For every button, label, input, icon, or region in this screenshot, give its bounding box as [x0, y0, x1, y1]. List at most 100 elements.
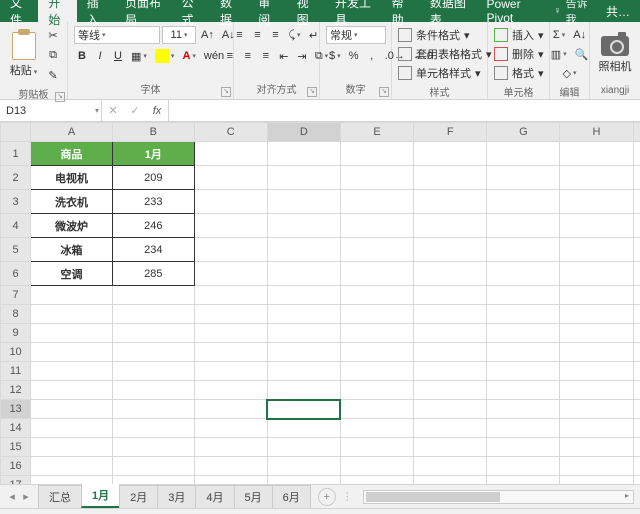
cell-F10[interactable] — [414, 343, 487, 362]
cell-F7[interactable] — [414, 286, 487, 305]
cell-G2[interactable] — [487, 166, 560, 190]
cell-F5[interactable] — [414, 238, 487, 262]
cell-C14[interactable] — [194, 419, 267, 438]
cell-A5[interactable]: 冰箱 — [31, 238, 113, 262]
sheet-tab-汇总[interactable]: 汇总 — [38, 485, 82, 508]
cell-B9[interactable] — [112, 324, 194, 343]
cell-F12[interactable] — [414, 381, 487, 400]
cancel-fx[interactable]: ✕ — [102, 104, 124, 117]
font-name-combo[interactable]: 等线 — [74, 26, 160, 44]
cell-F8[interactable] — [414, 305, 487, 324]
sheet-tab-3月[interactable]: 3月 — [157, 485, 196, 508]
cell-C5[interactable] — [194, 238, 267, 262]
cell-H7[interactable] — [560, 286, 633, 305]
cell-C10[interactable] — [194, 343, 267, 362]
cell-F3[interactable] — [414, 190, 487, 214]
launcher-icon[interactable]: ↘ — [307, 87, 317, 97]
cell-B7[interactable] — [112, 286, 194, 305]
cell-G15[interactable] — [487, 438, 560, 457]
cell-E16[interactable] — [340, 457, 413, 476]
cell-A2[interactable]: 电视机 — [31, 166, 113, 190]
cell-E3[interactable] — [340, 190, 413, 214]
cell-D16[interactable] — [267, 457, 340, 476]
cell-B13[interactable] — [112, 400, 194, 419]
cell-I1[interactable] — [633, 142, 640, 166]
col-I[interactable]: I — [633, 123, 640, 142]
tab-file[interactable]: 文件 — [0, 0, 38, 22]
cell-I5[interactable] — [633, 238, 640, 262]
cell-A12[interactable] — [31, 381, 113, 400]
cell-C9[interactable] — [194, 324, 267, 343]
clear-button[interactable]: ◇ — [560, 64, 580, 82]
cell-H8[interactable] — [560, 305, 633, 324]
cell-A8[interactable] — [31, 305, 113, 324]
cell-E6[interactable] — [340, 262, 413, 286]
row-9[interactable]: 9 — [1, 324, 31, 343]
cell-H13[interactable] — [560, 400, 633, 419]
cell-E2[interactable] — [340, 166, 413, 190]
cell-F16[interactable] — [414, 457, 487, 476]
cell-E9[interactable] — [340, 324, 413, 343]
cell-H5[interactable] — [560, 238, 633, 262]
tab-view[interactable]: 视图 — [287, 0, 325, 22]
increase-size[interactable]: A↑ — [198, 26, 217, 44]
launcher-icon[interactable]: ↘ — [379, 87, 389, 97]
cell-E14[interactable] — [340, 419, 413, 438]
cell-G12[interactable] — [487, 381, 560, 400]
cell-C17[interactable] — [194, 476, 267, 485]
tab-home[interactable]: 开始 — [38, 0, 76, 22]
cell-E4[interactable] — [340, 214, 413, 238]
align-center[interactable]: ≡ — [240, 47, 256, 65]
cell-B12[interactable] — [112, 381, 194, 400]
camera-button[interactable]: 照相机 — [596, 36, 634, 74]
fill-color[interactable] — [152, 47, 178, 65]
font-size-combo[interactable]: 11 — [162, 26, 196, 44]
cell-G10[interactable] — [487, 343, 560, 362]
cell-I11[interactable] — [633, 362, 640, 381]
cell-C4[interactable] — [194, 214, 267, 238]
autosum[interactable]: Σ — [550, 26, 568, 44]
cell-F4[interactable] — [414, 214, 487, 238]
tab-review[interactable]: 审阅 — [248, 0, 286, 22]
cell-F17[interactable] — [414, 476, 487, 485]
cell-G16[interactable] — [487, 457, 560, 476]
cell-B15[interactable] — [112, 438, 194, 457]
row-14[interactable]: 14 — [1, 419, 31, 438]
cell-F2[interactable] — [414, 166, 487, 190]
cell-D8[interactable] — [267, 305, 340, 324]
sheet-tab-1月[interactable]: 1月 — [81, 483, 120, 508]
comma-button[interactable]: , — [364, 47, 380, 65]
tab-nav-last[interactable]: ▸ — [20, 490, 32, 503]
cell-B16[interactable] — [112, 457, 194, 476]
fill-button[interactable]: ▥ — [548, 45, 570, 63]
cell-F13[interactable] — [414, 400, 487, 419]
tab-powerpivot[interactable]: Power Pivot — [477, 0, 546, 22]
cell-H11[interactable] — [560, 362, 633, 381]
cell-I16[interactable] — [633, 457, 640, 476]
cell-D14[interactable] — [267, 419, 340, 438]
align-middle[interactable]: ≡ — [249, 26, 265, 44]
cell-G3[interactable] — [487, 190, 560, 214]
row-12[interactable]: 12 — [1, 381, 31, 400]
row-13[interactable]: 13 — [1, 400, 31, 419]
row-11[interactable]: 11 — [1, 362, 31, 381]
cell-G1[interactable] — [487, 142, 560, 166]
row-2[interactable]: 2 — [1, 166, 31, 190]
orientation[interactable]: ⤹ — [285, 26, 303, 44]
cell-I3[interactable] — [633, 190, 640, 214]
cell-D12[interactable] — [267, 381, 340, 400]
cell-A7[interactable] — [31, 286, 113, 305]
row-3[interactable]: 3 — [1, 190, 31, 214]
row-5[interactable]: 5 — [1, 238, 31, 262]
cell-H14[interactable] — [560, 419, 633, 438]
cell-H3[interactable] — [560, 190, 633, 214]
insert-cells[interactable]: 插入 ▾ — [494, 26, 544, 44]
cell-E1[interactable] — [340, 142, 413, 166]
cell-H9[interactable] — [560, 324, 633, 343]
cell-E8[interactable] — [340, 305, 413, 324]
cell-A16[interactable] — [31, 457, 113, 476]
row-7[interactable]: 7 — [1, 286, 31, 305]
cell-A10[interactable] — [31, 343, 113, 362]
cell-E17[interactable] — [340, 476, 413, 485]
row-1[interactable]: 1 — [1, 142, 31, 166]
